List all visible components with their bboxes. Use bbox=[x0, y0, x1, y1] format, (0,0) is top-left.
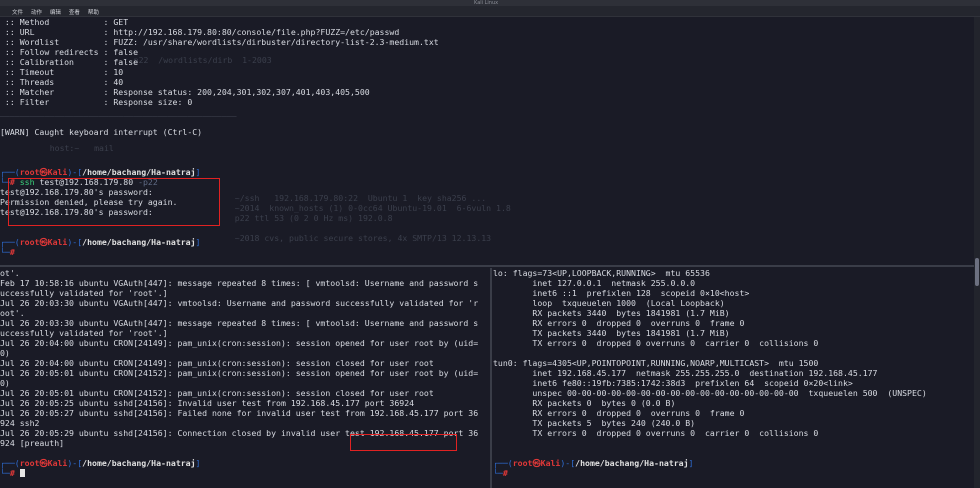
ifconfig-line: inet 192.168.45.177 netmask 255.255.255.… bbox=[493, 368, 878, 378]
log-line: 0) bbox=[0, 378, 10, 388]
prompt-user: root bbox=[19, 237, 40, 247]
ssh-attempt-highlight bbox=[8, 178, 220, 226]
prompt-host: Kali bbox=[47, 167, 68, 177]
terminal-log-pane[interactable]: ot'. Feb 17 10:58:16 ubuntu VGAuth[447]:… bbox=[0, 268, 490, 488]
prompt-path: /home/bachang/Ha-natraj bbox=[82, 237, 196, 247]
log-line: oot'. bbox=[0, 308, 25, 318]
log-line: uccessfully validated for 'root'.] bbox=[0, 328, 168, 338]
ifconfig-line: tun0: flags=4305<UP,POINTOPOINT,RUNNING,… bbox=[493, 358, 819, 368]
prompt-header: ┌──(root㉿Kali)-[/home/bachang/Ha-natraj] bbox=[0, 237, 201, 247]
prompt-skull: ㉿ bbox=[39, 458, 48, 468]
command-line-empty: └─# bbox=[0, 247, 15, 257]
ffuf-calibration: :: Calibration : false bbox=[0, 57, 139, 67]
ifconfig-line: TX packets 3440 bytes 1841981 (1.7 MiB) bbox=[493, 328, 730, 338]
menu-bar: 文件 动作 编辑 查看 帮助 bbox=[0, 6, 980, 17]
scrollbar-thumb[interactable] bbox=[975, 258, 979, 286]
log-line: 0) bbox=[0, 348, 10, 358]
ffuf-filter: :: Filter : Response size: 0 bbox=[0, 97, 193, 107]
ffuf-timeout: :: Timeout : 10 bbox=[0, 67, 124, 77]
text-cursor bbox=[19, 469, 25, 477]
command-line-active: └─# bbox=[0, 468, 490, 478]
log-line: 924 ssh2 bbox=[0, 418, 40, 428]
log-line: Jul 26 20:05:01 ubuntu CRON[24152]: pam_… bbox=[0, 388, 434, 398]
prompt-user: root bbox=[512, 458, 533, 468]
ffuf-divider: ________________________________________… bbox=[0, 107, 237, 117]
ffuf-method: :: Method : GET bbox=[0, 17, 129, 27]
log-line: Jul 26 20:03:30 ubuntu VGAuth[447]: mess… bbox=[0, 318, 479, 328]
prompt-skull: ㉿ bbox=[532, 458, 541, 468]
ifconfig-line: lo: flags=73<UP,LOOPBACK,RUNNING> mtu 65… bbox=[493, 268, 710, 278]
warn-line: [WARN] Caught keyboard interrupt (Ctrl-C… bbox=[0, 127, 203, 137]
prompt-host: Kali bbox=[47, 237, 68, 247]
terminal-ifconfig-pane[interactable]: lo: flags=73<UP,LOOPBACK,RUNNING> mtu 65… bbox=[493, 268, 974, 488]
prompt-path: /home/bachang/Ha-natraj bbox=[575, 458, 689, 468]
log-line: uccessfully validated for 'root'.] bbox=[0, 288, 168, 298]
log-line: Feb 17 10:58:16 ubuntu VGAuth[447]: mess… bbox=[0, 278, 479, 288]
ffuf-url: :: URL : http://192.168.179.80:80/consol… bbox=[0, 27, 400, 37]
ffuf-follow-redirects: :: Follow redirects : false bbox=[0, 47, 139, 57]
log-line: Jul 26 20:05:27 ubuntu sshd[24156]: Fail… bbox=[0, 408, 479, 418]
ifconfig-line: TX errors 0 dropped 0 overruns 0 carrier… bbox=[493, 338, 819, 348]
prompt-header: ┌──(root㉿Kali)-[/home/bachang/Ha-natraj] bbox=[493, 458, 694, 468]
terminal-top-pane[interactable]: :: Method : GET :: URL : http://192.168.… bbox=[0, 17, 974, 265]
log-line: Jul 26 20:05:01 ubuntu CRON[24152]: pam_… bbox=[0, 368, 479, 378]
log-line: Jul 26 20:03:30 ubuntu VGAuth[447]: vmto… bbox=[0, 298, 479, 308]
log-line: Jul 26 20:04:00 ubuntu CRON[24149]: pam_… bbox=[0, 358, 434, 368]
prompt-host: Kali bbox=[540, 458, 561, 468]
ffuf-matcher: :: Matcher : Response status: 200,204,30… bbox=[0, 87, 370, 97]
ffuf-threads: :: Threads : 40 bbox=[0, 77, 124, 87]
prompt-path: /home/bachang/Ha-natraj bbox=[82, 458, 196, 468]
prompt-user: root bbox=[19, 167, 40, 177]
ifconfig-line: loop txqueuelen 1000 (Local Loopback) bbox=[493, 298, 725, 308]
ffuf-wordlist: :: Wordlist : FUZZ: /usr/share/wordlists… bbox=[0, 37, 439, 47]
ifconfig-line: RX errors 0 dropped 0 overruns 0 frame 0 bbox=[493, 408, 745, 418]
ifconfig-line: RX errors 0 dropped 0 overruns 0 frame 0 bbox=[493, 318, 745, 328]
prompt-skull: ㉿ bbox=[39, 167, 48, 177]
ifconfig-line: inet6 fe80::19fb:7385:1742:38d3 prefixle… bbox=[493, 378, 853, 388]
prompt-skull: ㉿ bbox=[39, 237, 48, 247]
log-line: Jul 26 20:05:25 ubuntu sshd[24156]: Inva… bbox=[0, 398, 415, 408]
ifconfig-line bbox=[493, 348, 974, 358]
prompt-host: Kali bbox=[47, 458, 68, 468]
ifconfig-line: RX packets 0 bytes 0 (0.0 B) bbox=[493, 398, 676, 408]
ifconfig-line: unspec 00-00-00-00-00-00-00-00-00-00-00-… bbox=[493, 388, 927, 398]
ifconfig-line: RX packets 3440 bytes 1841981 (1.7 MiB) bbox=[493, 308, 730, 318]
prompt-header: ┌──(root㉿Kali)-[/home/bachang/Ha-natraj] bbox=[0, 167, 201, 177]
ifconfig-line: inet6 ::1 prefixlen 128 scopeid 0×10<hos… bbox=[493, 288, 750, 298]
ifconfig-line: TX packets 5 bytes 240 (240.0 B) bbox=[493, 418, 696, 428]
ifconfig-line: TX errors 0 dropped 0 overruns 0 carrier… bbox=[493, 428, 819, 438]
prompt-header: ┌──(root㉿Kali)-[/home/bachang/Ha-natraj] bbox=[0, 458, 201, 468]
attacker-ip-highlight bbox=[350, 434, 457, 451]
scrollbar-track[interactable] bbox=[974, 17, 980, 488]
command-line-empty: └─# bbox=[493, 468, 508, 478]
ifconfig-line: inet 127.0.0.1 netmask 255.0.0.0 bbox=[493, 278, 696, 288]
prompt-path: /home/bachang/Ha-natraj bbox=[82, 167, 196, 177]
prompt-user: root bbox=[19, 458, 40, 468]
pane-divider-horizontal[interactable] bbox=[0, 265, 974, 267]
log-line: ot'. bbox=[0, 268, 20, 278]
pane-divider-vertical[interactable] bbox=[490, 268, 492, 488]
log-line: Jul 26 20:04:00 ubuntu CRON[24149]: pam_… bbox=[0, 338, 479, 348]
